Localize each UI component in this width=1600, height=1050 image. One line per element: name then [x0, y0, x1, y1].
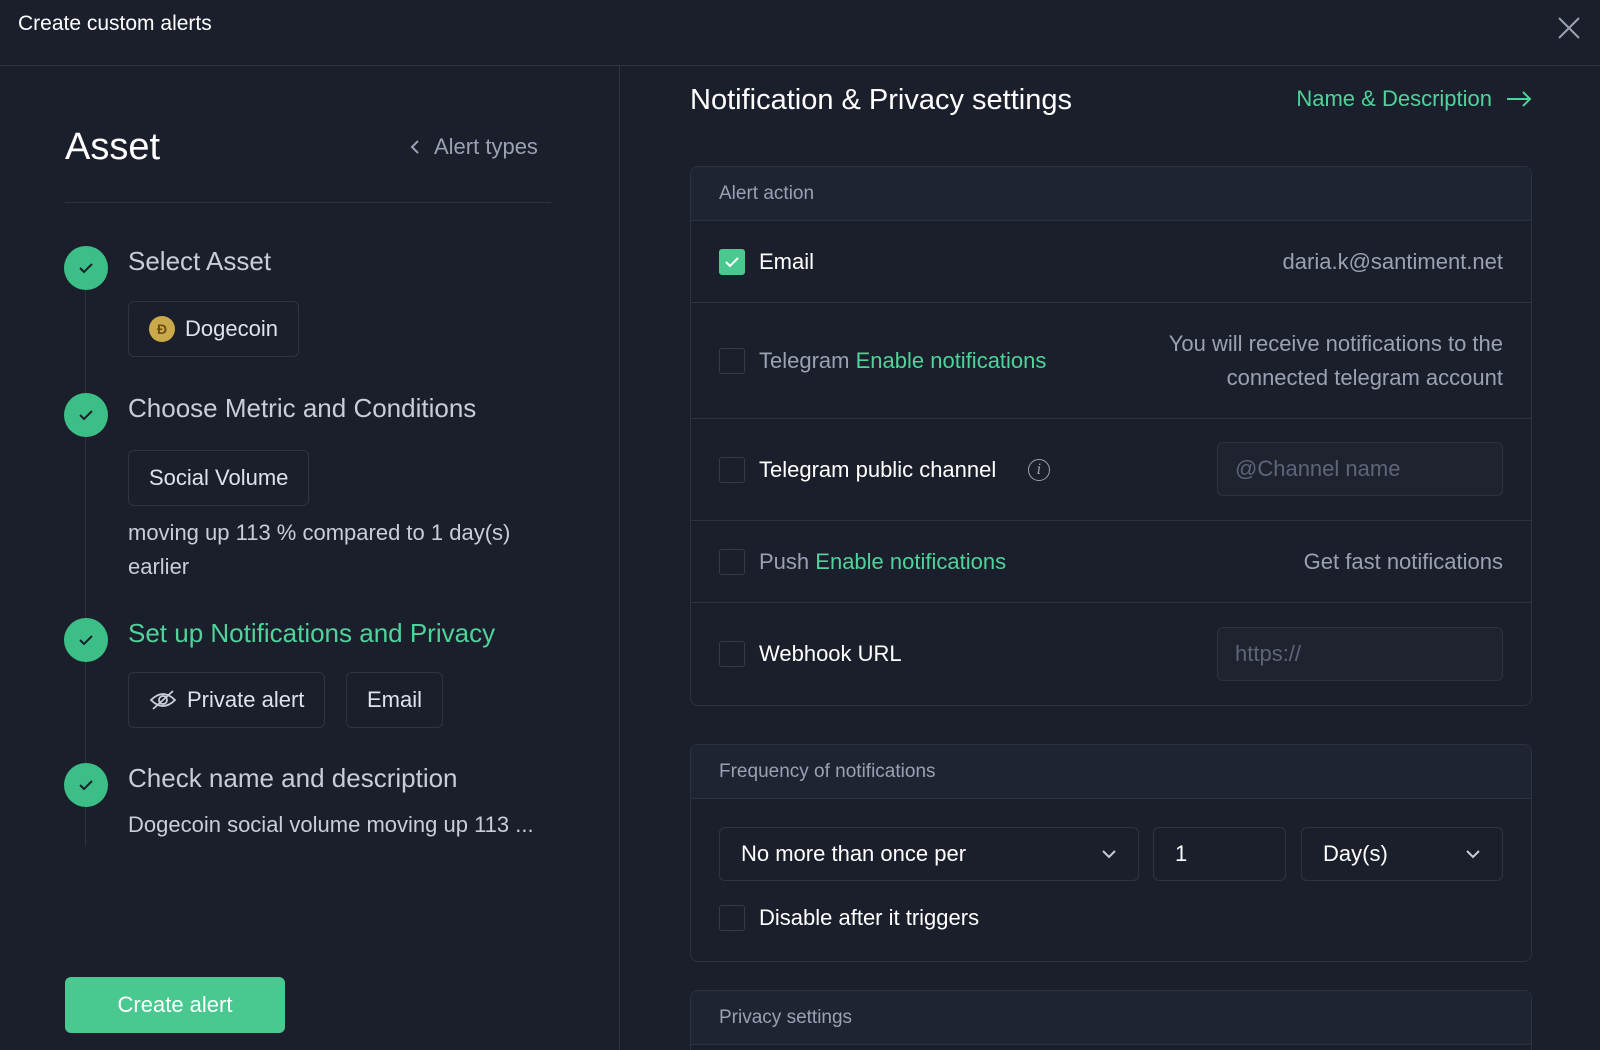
section-title: Asset	[65, 126, 161, 168]
modal-header: Create custom alerts	[0, 0, 1600, 66]
privacy-card: Privacy settings	[690, 990, 1532, 1050]
create-alert-button[interactable]: Create alert	[65, 977, 285, 1033]
push-enable-link[interactable]: Enable notifications	[815, 549, 1006, 574]
frequency-mode-select[interactable]: No more than once per	[719, 827, 1139, 881]
alert-description: Dogecoin social volume moving up 113 ...	[128, 812, 534, 837]
private-alert-chip[interactable]: Private alert	[128, 672, 326, 728]
frequency-count-value: 1	[1175, 841, 1188, 866]
alert-types-label: Alert types	[434, 134, 538, 159]
next-step-label: Name & Description	[1296, 86, 1492, 111]
telegram-channel-label: Telegram public channel	[759, 457, 997, 482]
channel-name-input[interactable]	[1217, 442, 1503, 496]
push-checkbox[interactable]	[719, 549, 745, 575]
disable-after-trigger-label: Disable after it triggers	[759, 905, 980, 930]
frequency-header: Frequency of notifications	[691, 745, 1531, 799]
steps-sidebar: Asset Alert types Select Asset Ð Dogecoi…	[0, 66, 620, 1050]
private-alert-label: Private alert	[187, 687, 305, 712]
close-icon[interactable]	[1556, 15, 1582, 41]
push-label-group: Push Enable notifications	[759, 549, 1006, 575]
dogecoin-icon: Ð	[149, 316, 175, 342]
webhook-url-input[interactable]	[1217, 627, 1503, 681]
telegram-checkbox[interactable]	[719, 348, 745, 374]
step-select-asset[interactable]: Select Asset	[128, 246, 271, 277]
email-label: Email	[759, 249, 815, 274]
telegram-channel-checkbox[interactable]	[719, 457, 745, 483]
step-notifications-privacy[interactable]: Set up Notifications and Privacy	[128, 618, 495, 649]
frequency-unit-select[interactable]: Day(s)	[1301, 827, 1503, 881]
push-note: Get fast notifications	[1303, 549, 1503, 574]
page-title: Notification & Privacy settings	[690, 84, 1072, 116]
telegram-row: Telegram Enable notifications You will r…	[691, 303, 1531, 419]
metric-chip-label: Social Volume	[149, 465, 289, 490]
email-row: Email daria.k@santiment.net	[691, 221, 1531, 303]
email-chip-label: Email	[367, 687, 423, 712]
eye-off-icon	[149, 690, 177, 710]
settings-panel: Notification & Privacy settings Name & D…	[621, 66, 1600, 1050]
alert-action-card: Alert action Email daria.k@santiment.net…	[690, 166, 1532, 706]
check-icon	[64, 246, 108, 290]
alert-action-header: Alert action	[691, 167, 1531, 221]
frequency-unit-value: Day(s)	[1323, 841, 1388, 866]
info-icon[interactable]: i	[1028, 459, 1050, 481]
asset-chip-label: Dogecoin	[185, 316, 278, 341]
timeline-line	[85, 266, 86, 846]
condition-description: moving up 113 % compared to 1 day(s) ear…	[128, 520, 511, 579]
next-step-link[interactable]: Name & Description	[1296, 86, 1532, 112]
metric-chip[interactable]: Social Volume	[128, 450, 310, 506]
check-icon	[64, 393, 108, 437]
check-icon	[64, 618, 108, 662]
check-icon	[64, 763, 108, 807]
frequency-mode-value: No more than once per	[741, 841, 967, 866]
webhook-row: Webhook URL	[691, 603, 1531, 705]
email-chip[interactable]: Email	[346, 672, 444, 728]
telegram-channel-row: Telegram public channel i	[691, 419, 1531, 521]
step-name-description[interactable]: Check name and description	[128, 763, 458, 794]
chevron-down-icon	[1466, 850, 1480, 859]
telegram-label-group: Telegram Enable notifications	[759, 348, 1046, 374]
modal-title: Create custom alerts	[18, 12, 212, 35]
webhook-checkbox[interactable]	[719, 641, 745, 667]
arrow-right-icon	[1507, 91, 1532, 107]
telegram-note-line2: connected telegram account	[1226, 365, 1503, 390]
telegram-label: Telegram	[759, 348, 850, 373]
push-row: Push Enable notifications Get fast notif…	[691, 521, 1531, 603]
telegram-note-line1: You will receive notifications to the	[1168, 331, 1503, 356]
email-address: daria.k@santiment.net	[1282, 249, 1503, 274]
asset-chip[interactable]: Ð Dogecoin	[128, 301, 299, 357]
chevron-down-icon	[1102, 850, 1116, 859]
telegram-enable-link[interactable]: Enable notifications	[856, 348, 1047, 373]
step-choose-metric[interactable]: Choose Metric and Conditions	[128, 393, 476, 424]
alert-types-link[interactable]: Alert types	[410, 134, 538, 160]
frequency-count-input[interactable]: 1	[1153, 827, 1286, 881]
telegram-note: You will receive notifications to the co…	[1169, 327, 1503, 395]
divider	[65, 202, 551, 203]
email-checkbox[interactable]	[719, 249, 745, 275]
disable-after-trigger-checkbox[interactable]	[719, 905, 745, 931]
webhook-label: Webhook URL	[759, 641, 902, 666]
privacy-header: Privacy settings	[691, 991, 1531, 1045]
push-label: Push	[759, 549, 810, 574]
chevron-left-icon	[410, 140, 419, 154]
frequency-card: Frequency of notifications No more than …	[690, 744, 1532, 962]
